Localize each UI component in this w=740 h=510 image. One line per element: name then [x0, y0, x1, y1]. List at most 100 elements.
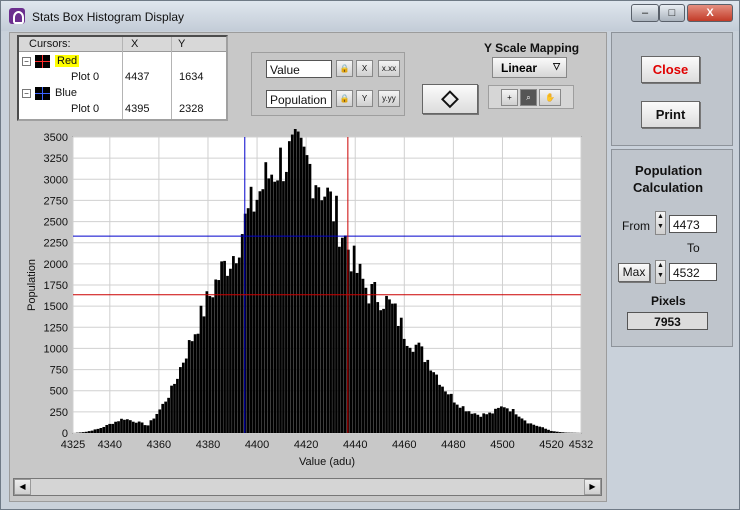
x-scale-name[interactable]: Value	[266, 60, 332, 78]
plot-label: Plot 0	[71, 71, 100, 83]
crosshair-tool-icon[interactable]: +	[501, 89, 518, 106]
histogram-bar	[502, 407, 506, 433]
histogram-bar	[205, 291, 209, 433]
y-tick-label: 1250	[44, 322, 68, 334]
histogram-bar	[364, 287, 368, 433]
scroll-left-icon[interactable]: ◀	[14, 479, 31, 495]
histogram-bar	[202, 316, 206, 433]
maximize-icon: □	[668, 7, 676, 19]
cursor-row-red-plot: Plot 0 4437 1634	[19, 70, 226, 85]
histogram-bar	[152, 418, 156, 433]
from-label: From	[622, 219, 650, 233]
y-tick-label: 1500	[44, 301, 68, 313]
histogram-bar	[293, 129, 297, 433]
print-button[interactable]: Print	[641, 101, 700, 128]
histogram-bar	[358, 263, 362, 433]
histogram-bar	[329, 191, 332, 433]
histogram-bar	[190, 341, 194, 433]
histogram-bar	[117, 421, 120, 433]
y-scale-mapping-select[interactable]: Linear ▽	[492, 57, 567, 78]
collapse-icon[interactable]: −	[22, 57, 31, 66]
cursor-name-blue: Blue	[55, 87, 78, 99]
x-autoscale-button[interactable]: X	[356, 60, 373, 77]
histogram-bar	[408, 347, 412, 433]
histogram-bar	[435, 374, 438, 433]
minimize-button[interactable]: –	[631, 4, 659, 22]
horizontal-scrollbar[interactable]: ◀ ▶	[13, 478, 602, 496]
histogram-bar	[296, 131, 300, 433]
y-autoscale-button[interactable]: Y	[356, 90, 373, 107]
histogram-bar	[149, 420, 153, 433]
histogram-bar	[370, 284, 374, 433]
x-tick-label: 4532	[569, 439, 593, 451]
histogram-bar	[532, 424, 536, 433]
window-close-button[interactable]: X	[687, 4, 733, 22]
x-format-button[interactable]: x.xx	[378, 60, 400, 77]
cursors-header: Cursors:	[29, 38, 71, 50]
histogram-bar	[290, 134, 294, 433]
histogram-bar	[282, 181, 285, 433]
close-x-icon: X	[706, 7, 714, 19]
histogram-bar	[299, 137, 303, 433]
scroll-right-icon[interactable]: ▶	[584, 479, 601, 495]
y-tick-label: 250	[50, 407, 68, 419]
histogram-bar	[267, 178, 271, 433]
histogram-bar	[93, 429, 97, 433]
y-tick-label: 3500	[44, 132, 68, 144]
y-tick-label: 2500	[44, 217, 68, 229]
histogram-bar	[517, 416, 521, 433]
histogram-bar	[229, 268, 232, 433]
cursor-row-red[interactable]: − Red	[19, 54, 226, 69]
to-stepper[interactable]: ▲ ▼	[655, 260, 666, 284]
histogram-bar	[102, 426, 106, 433]
histogram-bar	[476, 414, 480, 433]
lock-icon[interactable]: 🔒	[336, 60, 353, 77]
histogram-bar	[308, 163, 312, 434]
histogram-bar	[199, 305, 203, 433]
lock-icon[interactable]: 🔒	[336, 90, 353, 107]
maximize-button[interactable]: □	[659, 4, 685, 22]
histogram-bar	[396, 325, 400, 433]
histogram-bar	[108, 423, 112, 433]
y-format-button[interactable]: y.yy	[378, 90, 400, 107]
cursor-row-blue[interactable]: − Blue	[19, 86, 226, 101]
histogram-bar	[455, 404, 459, 433]
histogram-bar	[320, 200, 324, 433]
histogram-bar	[140, 422, 144, 433]
histogram-bar	[482, 413, 486, 433]
histogram-bar	[500, 406, 503, 433]
histogram-bar	[352, 245, 356, 433]
histogram-bar	[379, 310, 383, 433]
hand-pan-tool-icon[interactable]: ✋	[539, 89, 561, 106]
histogram-bar	[226, 275, 229, 433]
histogram-bar	[473, 413, 477, 433]
histogram-bar	[99, 428, 103, 433]
histogram-bar	[246, 208, 250, 433]
cursor-x-value: 4395	[125, 103, 150, 115]
from-value-field[interactable]: 4473	[669, 215, 717, 233]
histogram-bar	[181, 362, 185, 433]
collapse-icon[interactable]: −	[22, 89, 31, 98]
histogram-bar	[538, 426, 542, 433]
histogram-bar	[179, 367, 182, 433]
pan-navigation-button[interactable]: ◇	[422, 84, 478, 114]
histogram-bar	[287, 141, 291, 433]
histogram-bar	[143, 425, 147, 433]
histogram-bar	[196, 333, 200, 433]
title-bar[interactable]: Stats Box Histogram Display – □ X	[1, 1, 739, 31]
y-tick-label: 1750	[44, 280, 68, 292]
histogram-bar	[184, 358, 188, 433]
to-value-field[interactable]: 4532	[669, 263, 717, 281]
histogram-bar	[544, 428, 547, 433]
histogram-bar	[444, 391, 447, 433]
x-tick-label: 4440	[343, 439, 367, 451]
y-scale-mapping-value: Linear	[501, 61, 538, 75]
cursor-legend-table[interactable]: Cursors: X Y − Red Plot 0 4437 1634 − Bl…	[17, 35, 228, 121]
close-button[interactable]: Close	[641, 56, 700, 83]
max-button[interactable]: Max	[618, 263, 650, 282]
zoom-tool-icon[interactable]: ⌕	[520, 89, 537, 106]
y-scale-name[interactable]: Population	[266, 90, 332, 108]
histogram-bar	[217, 280, 221, 433]
histogram-chart[interactable]: 0250500750100012501500175020002250250027…	[11, 129, 607, 474]
from-stepper[interactable]: ▲ ▼	[655, 211, 666, 235]
